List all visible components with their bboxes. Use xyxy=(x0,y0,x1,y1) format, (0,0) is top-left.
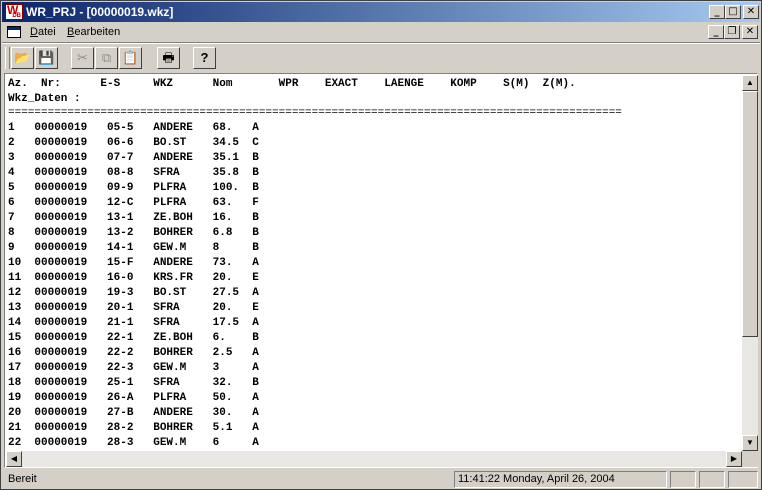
status-datetime: 11:41:22 Monday, April 26, 2004 xyxy=(454,471,667,488)
arrow-down-icon: ▼ xyxy=(746,438,754,447)
minimize-button[interactable]: _ xyxy=(709,5,725,19)
scroll-right-button[interactable]: ▶ xyxy=(726,451,742,467)
maximize-button[interactable]: □ xyxy=(725,5,741,19)
table-row: 7 00000019 13-1 ZE.BOH 16. B xyxy=(8,212,259,224)
table-row: 13 00000019 20-1 SFRA 20. E xyxy=(8,302,259,314)
scroll-corner xyxy=(742,451,758,467)
cut-button[interactable]: ✂ xyxy=(71,47,94,69)
menu-datei-rest: atei xyxy=(37,26,56,38)
paste-button[interactable]: 📋 xyxy=(119,47,142,69)
table-row: 6 00000019 12-C PLFRA 63. F xyxy=(8,197,259,209)
vertical-scrollbar[interactable]: ▲ ▼ xyxy=(742,75,758,451)
text-area[interactable]: Az. Nr: E-S WKZ Nom WPR EXACT LAENGE KOM… xyxy=(6,75,741,451)
table-row: 1 00000019 05-5 ANDERE 68. A xyxy=(8,122,259,134)
scroll-down-button[interactable]: ▼ xyxy=(742,435,758,451)
help-button[interactable]: ? xyxy=(193,47,216,69)
scroll-left-button[interactable]: ◀ xyxy=(6,451,22,467)
menu-bar: Datei Bearbeiten xyxy=(2,23,760,43)
window-title: WR_PRJ - [00000019.wkz] xyxy=(26,5,174,19)
close-button[interactable]: ✕ xyxy=(743,5,759,19)
status-pane-3 xyxy=(728,471,758,488)
folder-open-icon: 📂 xyxy=(14,50,31,65)
table-row: 2 00000019 06-6 BO.ST 34.5 C xyxy=(8,137,259,149)
title-bar[interactable]: W DB WR_PRJ - [00000019.wkz] _ □ ✕ xyxy=(2,2,760,22)
vertical-scroll-thumb[interactable] xyxy=(742,91,758,337)
clipboard-icon: 📋 xyxy=(122,50,139,65)
table-row: 20 00000019 27-B ANDERE 30. A xyxy=(8,407,259,419)
copy-icon: ⧉ xyxy=(101,50,112,65)
main-window: W DB WR_PRJ - [00000019.wkz] _ □ ✕ Datei… xyxy=(0,0,762,490)
toolbar: 📂 💾 ✂ ⧉ 📋 🖶 ? xyxy=(2,43,760,73)
document-icon[interactable] xyxy=(7,26,21,38)
table-row: 22 00000019 28-3 GEW.M 6 A xyxy=(8,437,259,449)
arrow-up-icon: ▲ xyxy=(746,78,754,87)
table-row: 5 00000019 09-9 PLFRA 100. B xyxy=(8,182,259,194)
menu-bearbeiten[interactable]: Bearbeiten xyxy=(67,26,120,38)
app-icon-sub: DB xyxy=(12,13,21,19)
table-row: 12 00000019 19-3 BO.ST 27.5 A xyxy=(8,287,259,299)
save-button[interactable]: 💾 xyxy=(35,47,58,69)
table-row: 19 00000019 26-A PLFRA 50. A xyxy=(8,392,259,404)
doc-close-button[interactable]: ✕ xyxy=(742,25,758,39)
subheader-line: Wkz_Daten : xyxy=(8,93,81,105)
print-button[interactable]: 🖶 xyxy=(157,47,180,69)
table-row: 15 00000019 22-1 ZE.BOH 6. B xyxy=(8,332,259,344)
open-button[interactable]: 📂 xyxy=(11,47,34,69)
table-row: 14 00000019 21-1 SFRA 17.5 A xyxy=(8,317,259,329)
table-row: 17 00000019 22-3 GEW.M 3 A xyxy=(8,362,259,374)
menu-datei[interactable]: Datei xyxy=(30,26,56,38)
status-pane-2 xyxy=(699,471,725,488)
table-row: 3 00000019 07-7 ANDERE 35.1 B xyxy=(8,152,259,164)
doc-minimize-button[interactable]: _ xyxy=(708,25,724,39)
doc-restore-button[interactable]: ❐ xyxy=(724,25,740,39)
printer-icon: 🖶 xyxy=(162,50,175,65)
status-text: Bereit xyxy=(8,473,37,485)
horizontal-scrollbar[interactable]: ◀ ▶ xyxy=(6,451,742,467)
header-line: Az. Nr: E-S WKZ Nom WPR EXACT LAENGE KOM… xyxy=(8,78,576,90)
table-row: 8 00000019 13-2 BOHRER 6.8 B xyxy=(8,227,259,239)
app-icon[interactable]: W DB xyxy=(5,3,23,20)
separator-line: ========================================… xyxy=(8,107,622,119)
table-row: 9 00000019 14-1 GEW.M 8 B xyxy=(8,242,259,254)
copy-button[interactable]: ⧉ xyxy=(95,47,118,69)
table-row: 10 00000019 15-F ANDERE 73. A xyxy=(8,257,259,269)
scissors-icon: ✂ xyxy=(77,50,88,65)
status-pane-1 xyxy=(670,471,696,488)
table-row: 4 00000019 08-8 SFRA 35.8 B xyxy=(8,167,259,179)
menu-datei-mnemonic: D xyxy=(30,26,38,38)
menu-bearbeiten-rest: earbeiten xyxy=(74,26,121,38)
scroll-up-button[interactable]: ▲ xyxy=(742,75,758,91)
table-row: 11 00000019 16-0 KRS.FR 20. E xyxy=(8,272,259,284)
table-row: 18 00000019 25-1 SFRA 32. B xyxy=(8,377,259,389)
status-bar: Bereit 11:41:22 Monday, April 26, 2004 xyxy=(2,469,760,489)
table-row: 21 00000019 28-2 BOHRER 5.1 A xyxy=(8,422,259,434)
table-row: 16 00000019 22-2 BOHRER 2.5 A xyxy=(8,347,259,359)
arrow-left-icon: ◀ xyxy=(10,454,18,463)
document-view: Az. Nr: E-S WKZ Nom WPR EXACT LAENGE KOM… xyxy=(4,73,758,468)
toolbar-grip[interactable] xyxy=(5,47,10,69)
help-icon: ? xyxy=(200,50,209,65)
floppy-icon: 💾 xyxy=(38,50,55,65)
arrow-right-icon: ▶ xyxy=(730,454,738,463)
